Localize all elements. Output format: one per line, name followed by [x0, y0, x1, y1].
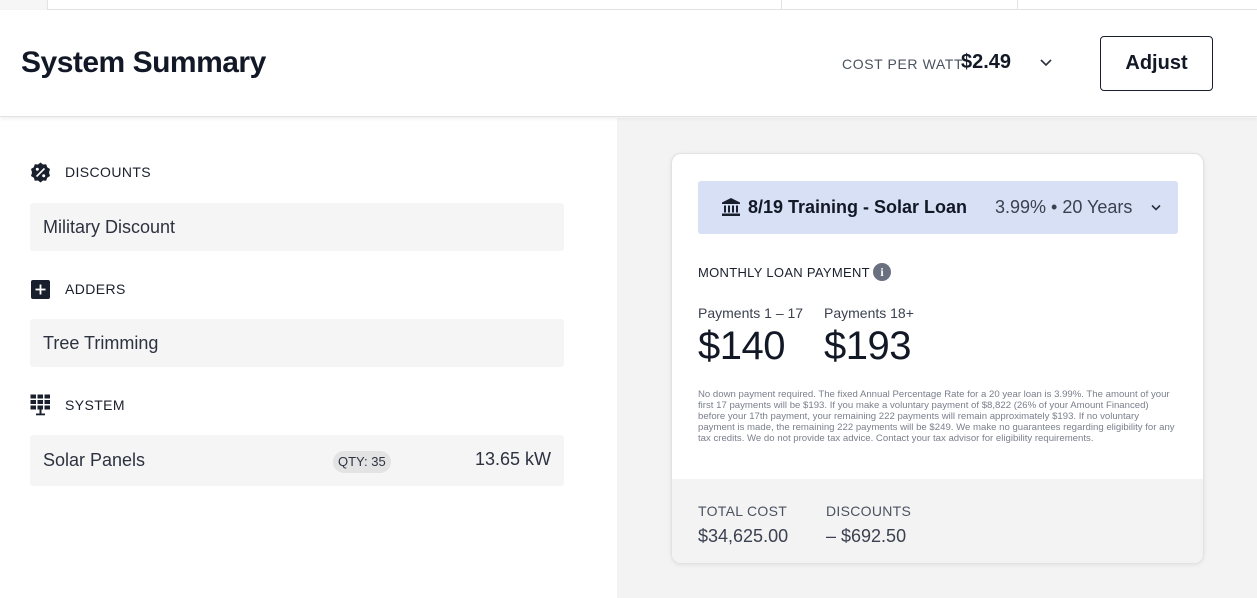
- system-section-header: SYSTEM: [30, 394, 125, 416]
- quantity-badge: QTY: 35: [333, 451, 391, 473]
- adder-item[interactable]: Tree Trimming: [30, 319, 564, 367]
- page-title: System Summary: [21, 46, 266, 79]
- loan-terms: 3.99% • 20 Years: [995, 197, 1133, 217]
- chevron-down-icon[interactable]: [1038, 56, 1054, 70]
- loan-totals: TOTAL COST $34,625.00 DISCOUNTS – $692.5…: [672, 479, 1203, 563]
- loan-name: 8/19 Training - Solar Loan: [748, 197, 968, 217]
- discounts-section-header: DISCOUNTS: [30, 161, 151, 183]
- page-header: System Summary COST PER WATT $2.49 Adjus…: [0, 10, 1257, 117]
- top-tab[interactable]: [781, 0, 1017, 10]
- payment-period-label: Payments 18+: [824, 305, 914, 321]
- discounts-total-label: DISCOUNTS: [826, 503, 912, 519]
- system-size: 13.65 kW: [474, 449, 551, 469]
- adders-label: ADDERS: [65, 281, 126, 297]
- system-item[interactable]: Solar Panels QTY: 35 13.65 kW: [30, 435, 564, 486]
- adjust-button[interactable]: Adjust: [1100, 36, 1213, 91]
- discount-item-label: Military Discount: [43, 216, 176, 237]
- payment-amount: $193: [824, 324, 911, 368]
- total-cost-value: $34,625.00: [698, 526, 789, 546]
- monthly-payment-label: MONTHLY LOAN PAYMENT: [698, 265, 870, 280]
- plus-square-icon: [30, 279, 51, 300]
- loan-disclaimer: No down payment required. The fixed Annu…: [698, 389, 1175, 444]
- payment-period-label: Payments 1 – 17: [698, 305, 804, 321]
- chevron-down-icon[interactable]: [1149, 201, 1163, 213]
- solar-panel-icon: [30, 394, 51, 416]
- adders-section-header: ADDERS: [30, 278, 126, 300]
- top-tab[interactable]: [47, 0, 781, 10]
- system-label: SYSTEM: [65, 397, 125, 413]
- bank-icon: [721, 197, 741, 217]
- left-panel: DISCOUNTS Military Discount ADDERS Tree …: [0, 118, 617, 598]
- percent-badge-icon: [30, 162, 51, 183]
- cost-per-watt-label: COST PER WATT: [842, 56, 964, 72]
- discounts-total-value: – $692.50: [826, 526, 907, 546]
- discount-item[interactable]: Military Discount: [30, 203, 564, 251]
- loan-selector[interactable]: 8/19 Training - Solar Loan 3.99% • 20 Ye…: [698, 181, 1178, 234]
- total-cost-label: TOTAL COST: [698, 503, 788, 519]
- adder-item-label: Tree Trimming: [43, 332, 159, 353]
- system-item-label: Solar Panels: [43, 450, 146, 470]
- cost-per-watt-value[interactable]: $2.49: [961, 51, 1011, 74]
- info-icon[interactable]: i: [873, 263, 891, 281]
- right-panel: 8/19 Training - Solar Loan 3.99% • 20 Ye…: [617, 118, 1257, 598]
- top-tab[interactable]: [1017, 0, 1257, 10]
- top-tab-strip: [0, 0, 1257, 10]
- payment-amount: $140: [698, 324, 785, 368]
- discounts-label: DISCOUNTS: [65, 164, 152, 180]
- loan-card: 8/19 Training - Solar Loan 3.99% • 20 Ye…: [671, 153, 1204, 564]
- top-tab-active[interactable]: [0, 0, 47, 10]
